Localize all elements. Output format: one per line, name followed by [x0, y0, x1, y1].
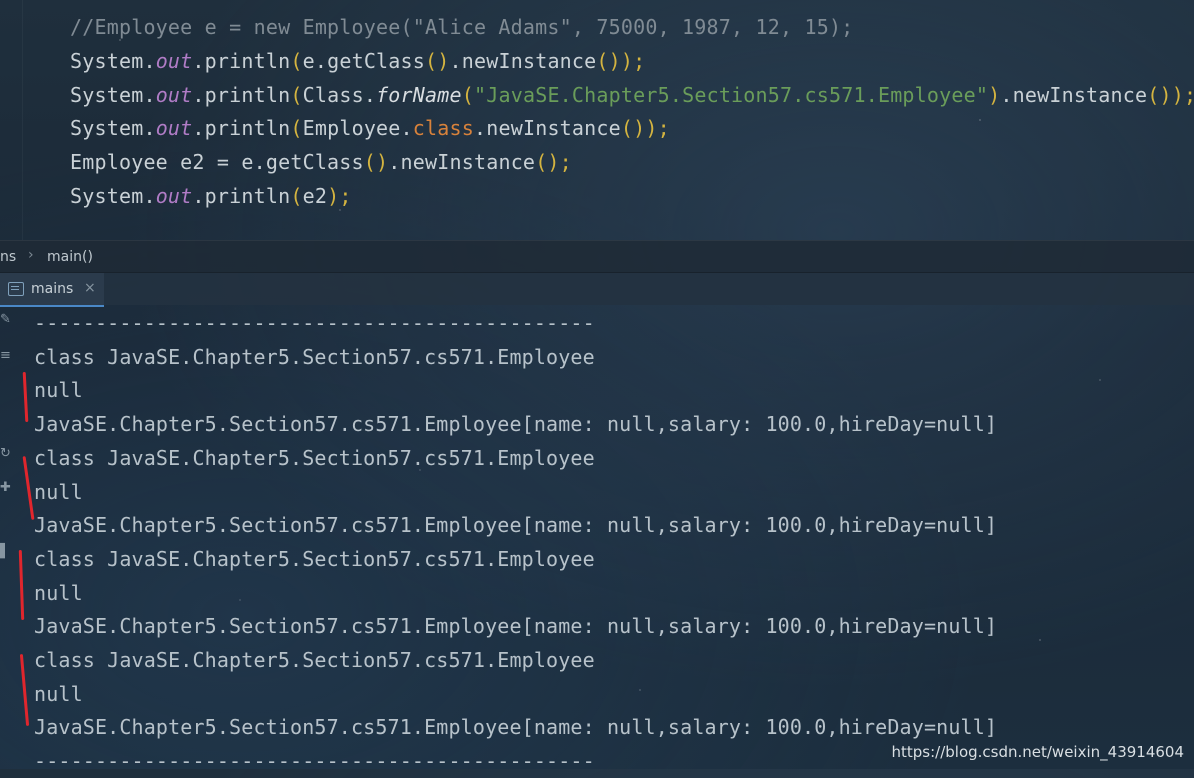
- code-token: (: [290, 116, 303, 140]
- pencil-icon[interactable]: ✎: [0, 312, 11, 327]
- console-line: JavaSE.Chapter5.Section57.cs571.Employee…: [34, 412, 998, 437]
- code-line[interactable]: System.out.println(e.getClass().newInsta…: [70, 44, 645, 78]
- breadcrumb-class[interactable]: ns: [0, 249, 16, 265]
- console-line: ----------------------------------------…: [34, 311, 595, 335]
- code-token: System.: [70, 49, 156, 73]
- console-icon: [8, 282, 24, 296]
- code-token: (: [290, 83, 303, 107]
- code-token: ()): [1147, 83, 1185, 107]
- code-token: .println: [192, 116, 291, 140]
- code-token: out: [155, 116, 193, 140]
- code-token: (): [535, 150, 560, 174]
- pin-icon[interactable]: ✚: [0, 480, 11, 495]
- code-line[interactable]: Employee e2 = e.getClass().newInstance()…: [70, 145, 572, 179]
- console-line: null: [34, 681, 83, 706]
- red-annotation-mark: [22, 456, 35, 520]
- code-token: System.: [70, 184, 156, 208]
- code-token: Class.: [302, 83, 377, 107]
- console-line: class JavaSE.Chapter5.Section57.cs571.Em…: [34, 344, 595, 369]
- console-line: null: [34, 479, 83, 504]
- code-token: ;: [559, 150, 572, 174]
- code-token: e.getClass: [302, 49, 426, 73]
- code-token: .newInstance: [449, 49, 597, 73]
- code-token: ;: [633, 49, 646, 73]
- code-token: (: [461, 83, 474, 107]
- code-token: ): [327, 184, 340, 208]
- console-line: null: [34, 378, 83, 403]
- console-side-toolbar: ✎ ≡ ↻ ✚ ▌: [0, 304, 14, 769]
- code-token: ): [988, 83, 1001, 107]
- code-token: .newInstance: [388, 150, 536, 174]
- code-token: System.: [70, 83, 156, 107]
- code-token: "JavaSE.Chapter5.Section57.cs571.Employe…: [474, 83, 989, 107]
- console-line: class JavaSE.Chapter5.Section57.cs571.Em…: [34, 546, 595, 571]
- red-annotation-mark: [19, 654, 30, 726]
- code-token: out: [155, 184, 193, 208]
- run-tab-label: mains: [31, 281, 74, 297]
- console-output[interactable]: ✎ ≡ ↻ ✚ ▌ ------------------------------…: [0, 304, 1194, 773]
- rerun-icon[interactable]: ↻: [0, 446, 11, 461]
- code-token: .newInstance: [474, 116, 621, 140]
- code-token: (): [363, 150, 389, 174]
- run-tab-mains[interactable]: mains ×: [0, 273, 104, 307]
- console-line: class JavaSE.Chapter5.Section57.cs571.Em…: [34, 445, 595, 470]
- console-line: JavaSE.Chapter5.Section57.cs571.Employee…: [34, 513, 998, 538]
- code-token: (: [290, 184, 303, 208]
- breadcrumb: ns › main(): [0, 240, 1194, 273]
- code-token: .newInstance: [1000, 83, 1148, 107]
- code-token: Employee e2 = e.getClass: [70, 150, 364, 174]
- code-line[interactable]: System.out.println(Class.forName("JavaSE…: [70, 78, 1194, 112]
- code-token: out: [155, 83, 193, 107]
- watermark: https://blog.csdn.net/weixin_43914604: [891, 743, 1184, 761]
- list-icon[interactable]: ≡: [0, 348, 11, 363]
- red-annotation-mark: [22, 371, 29, 423]
- code-token: ;: [339, 184, 352, 208]
- code-token: .println: [192, 184, 291, 208]
- code-token: Employee.: [302, 116, 413, 140]
- code-token: (): [425, 49, 450, 73]
- code-token: out: [155, 49, 193, 73]
- code-line[interactable]: //Employee e = new Employee("Alice Adams…: [70, 10, 853, 44]
- breadcrumb-method[interactable]: main(): [47, 249, 93, 265]
- close-icon[interactable]: ×: [84, 280, 96, 296]
- console-line: class JavaSE.Chapter5.Section57.cs571.Em…: [34, 648, 595, 672]
- run-tool-window-tabs: mains ×: [0, 272, 1194, 307]
- console-line: null: [34, 580, 83, 605]
- code-token: ()): [620, 116, 658, 140]
- code-line[interactable]: System.out.println(e2);: [70, 179, 352, 213]
- code-token: e2: [302, 184, 328, 208]
- code-token: ;: [657, 116, 670, 140]
- code-token: class: [412, 116, 474, 140]
- code-token: forName: [376, 83, 462, 107]
- code-line[interactable]: System.out.println(Employee.class.newIns…: [70, 111, 670, 145]
- editor-gutter: [0, 0, 23, 240]
- code-token: //Employee e = new Employee("Alice Adams…: [70, 15, 854, 39]
- stop-icon[interactable]: ▌: [0, 544, 10, 559]
- console-line: ----------------------------------------…: [34, 749, 595, 774]
- code-token: ;: [1184, 83, 1194, 107]
- code-token: .println: [192, 49, 291, 73]
- red-annotation-mark: [18, 549, 25, 621]
- console-line: JavaSE.Chapter5.Section57.cs571.Employee…: [34, 715, 998, 740]
- code-token: System.: [70, 116, 156, 140]
- code-token: ()): [596, 49, 634, 73]
- code-editor[interactable]: //Employee e = new Employee("Alice Adams…: [0, 0, 1194, 240]
- console-line: JavaSE.Chapter5.Section57.cs571.Employee…: [34, 614, 998, 639]
- chevron-right-icon: ›: [28, 247, 34, 263]
- code-token: .println: [192, 83, 291, 107]
- code-token: (: [290, 49, 303, 73]
